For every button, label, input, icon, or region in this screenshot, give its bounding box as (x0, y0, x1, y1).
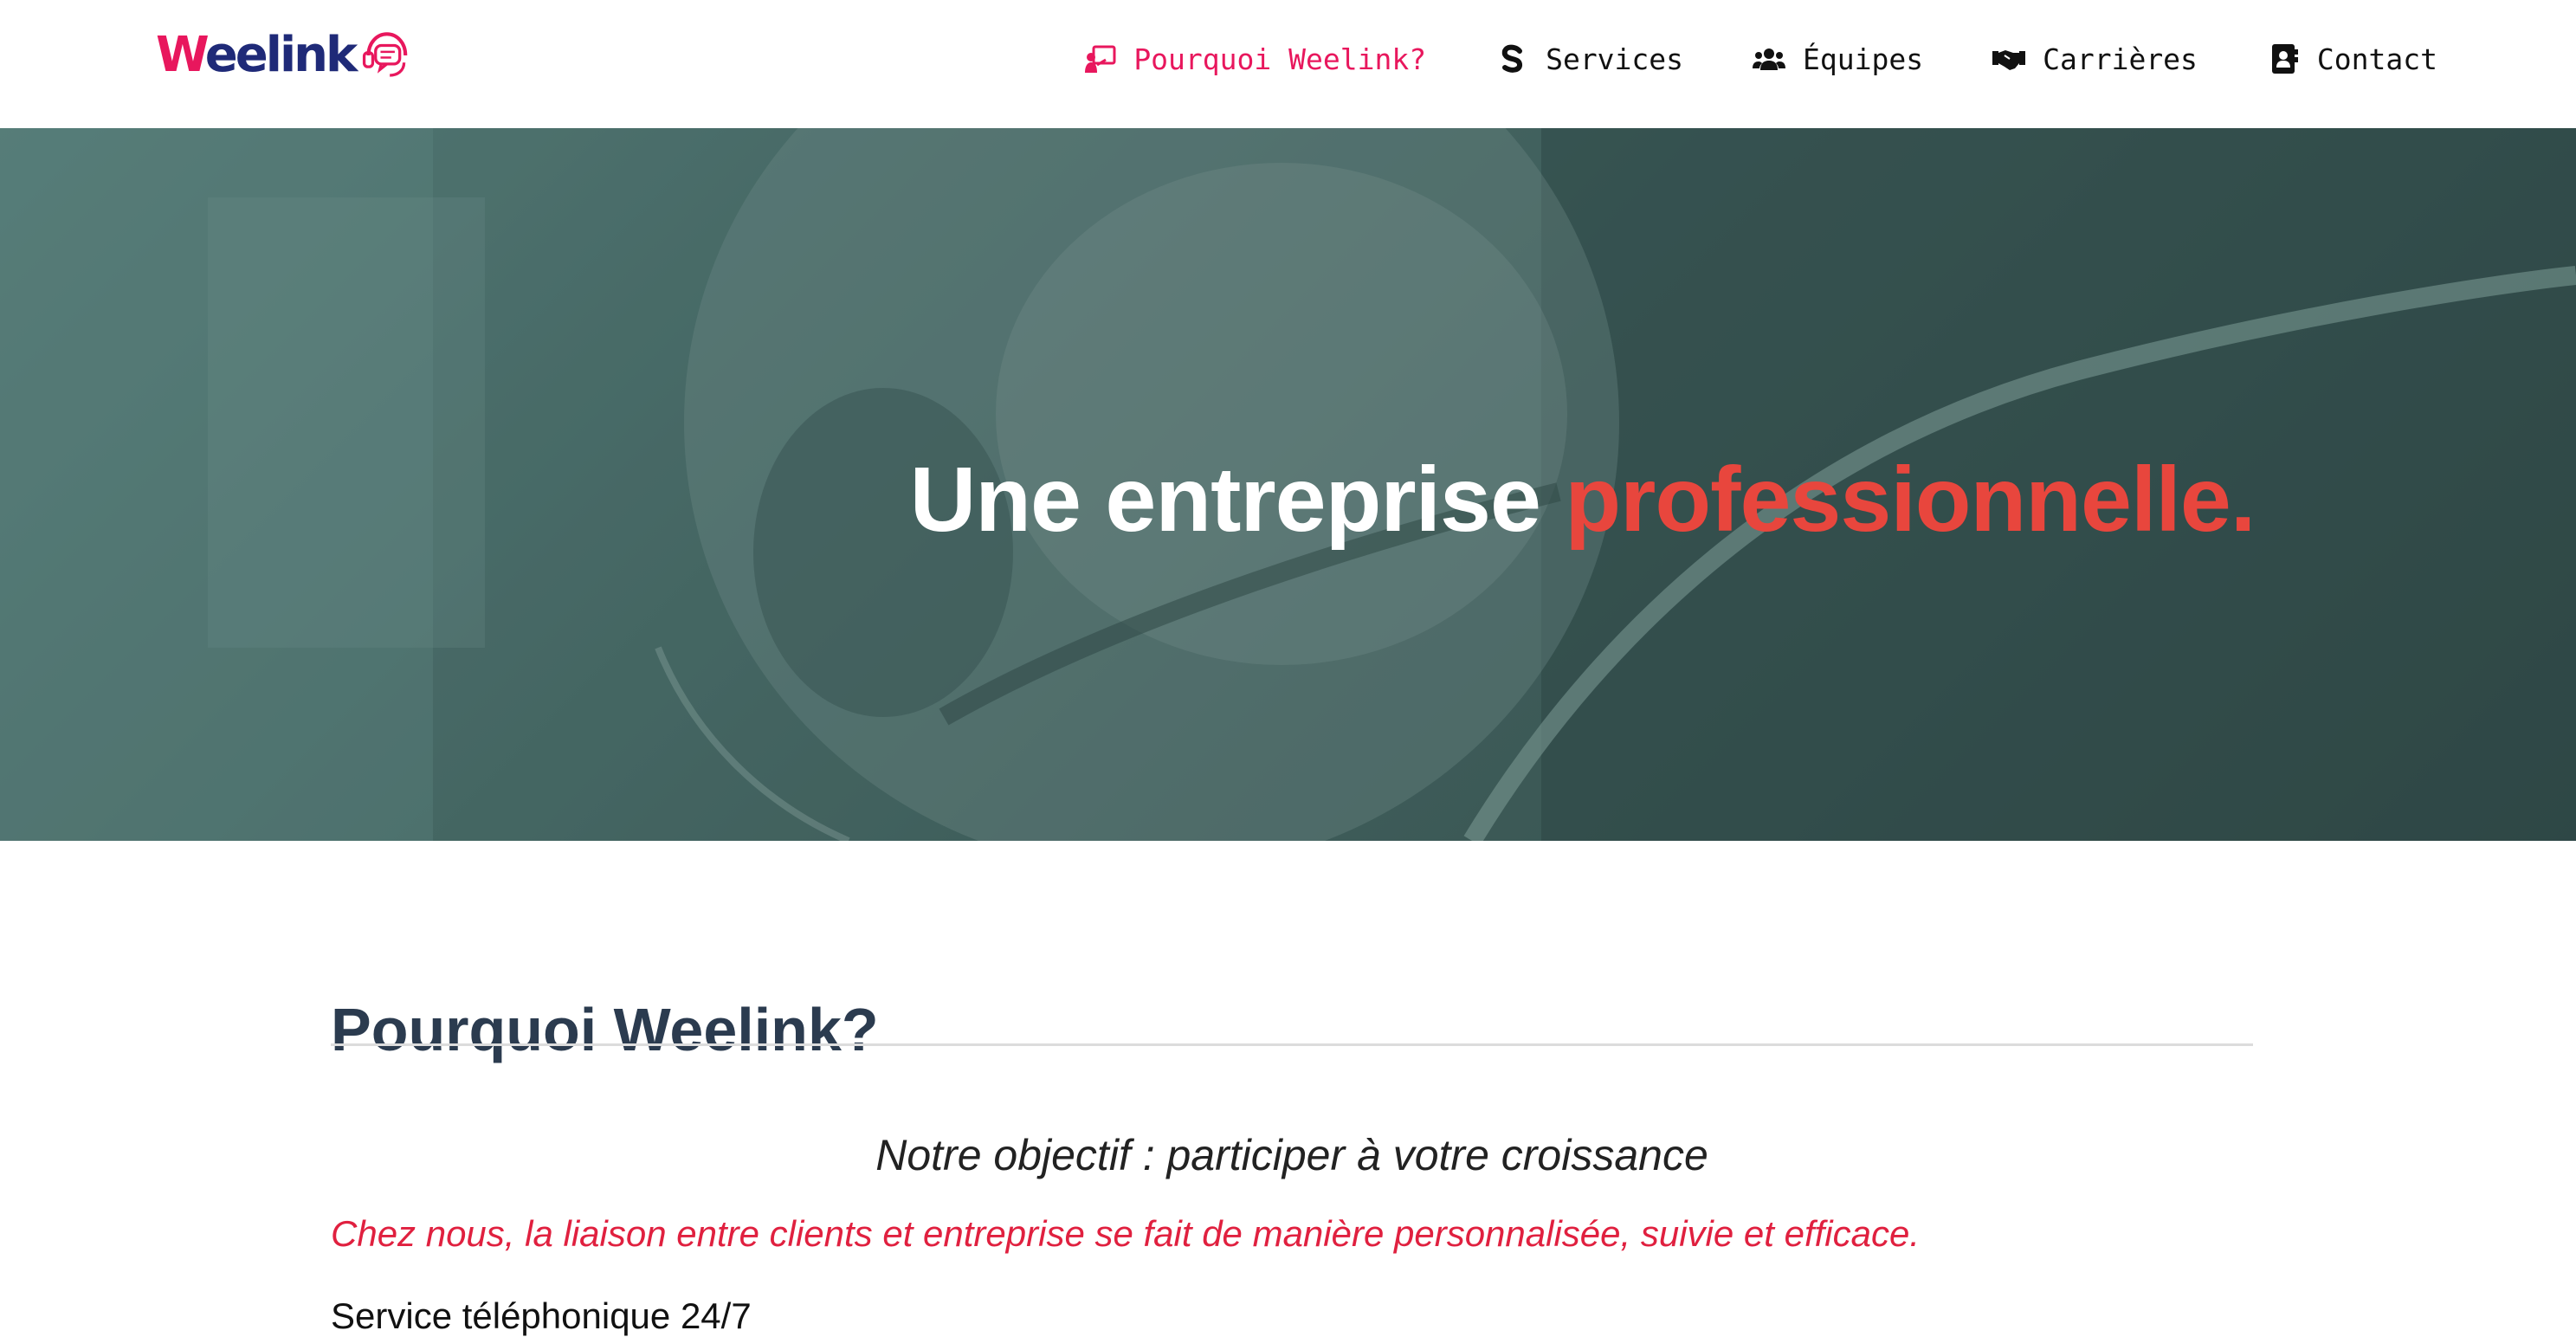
navbar: Weelink Pourquoi Weelink? Services Équip… (0, 0, 2576, 128)
headset-chat-icon (363, 32, 408, 77)
main-nav: Pourquoi Weelink? Services Équipes Carri… (1014, 33, 2437, 85)
nav-item-equipes[interactable]: Équipes (1753, 42, 1923, 76)
nav-item-pourquoi-weelink[interactable]: Pourquoi Weelink? (1083, 42, 1426, 76)
dollar-sign-icon (1495, 42, 1528, 75)
hero-title: Une entreprise professionnelle. (909, 449, 2256, 552)
logo-wordmark: Weelink (156, 27, 358, 83)
pourquoi-section: Pourquoi Weelink? Notre objectif : parti… (331, 841, 2253, 1336)
nav-label: Pourquoi Weelink? (1133, 42, 1427, 76)
nav-label: Services (1546, 42, 1684, 76)
teacher-board-icon (1083, 42, 1116, 75)
section-heading: Pourquoi Weelink? (331, 996, 879, 1064)
nav-label: Carrières (2043, 42, 2198, 76)
nav-item-contact[interactable]: Contact (2267, 42, 2437, 76)
hero-banner: Une entreprise professionnelle. (0, 128, 2576, 841)
nav-label: Contact (2316, 42, 2437, 76)
tagline-text: Chez nous, la liaison entre clients et e… (331, 1213, 1920, 1254)
handshake-icon (1992, 42, 2026, 75)
divider (331, 1043, 2253, 1046)
weelink-logo[interactable]: Weelink (156, 19, 416, 92)
users-icon (1753, 42, 1786, 75)
nav-item-carrieres[interactable]: Carrières (1992, 42, 2198, 76)
nav-label: Équipes (1803, 42, 1924, 76)
nav-item-services[interactable]: Services (1495, 42, 1683, 76)
address-book-icon (2267, 42, 2300, 75)
service-line-text: Service téléphonique 24/7 (331, 1295, 752, 1336)
hero-title-accent: professionnelle. (1565, 449, 2256, 552)
objective-text: Notre objectif : participer à votre croi… (875, 1131, 1708, 1179)
